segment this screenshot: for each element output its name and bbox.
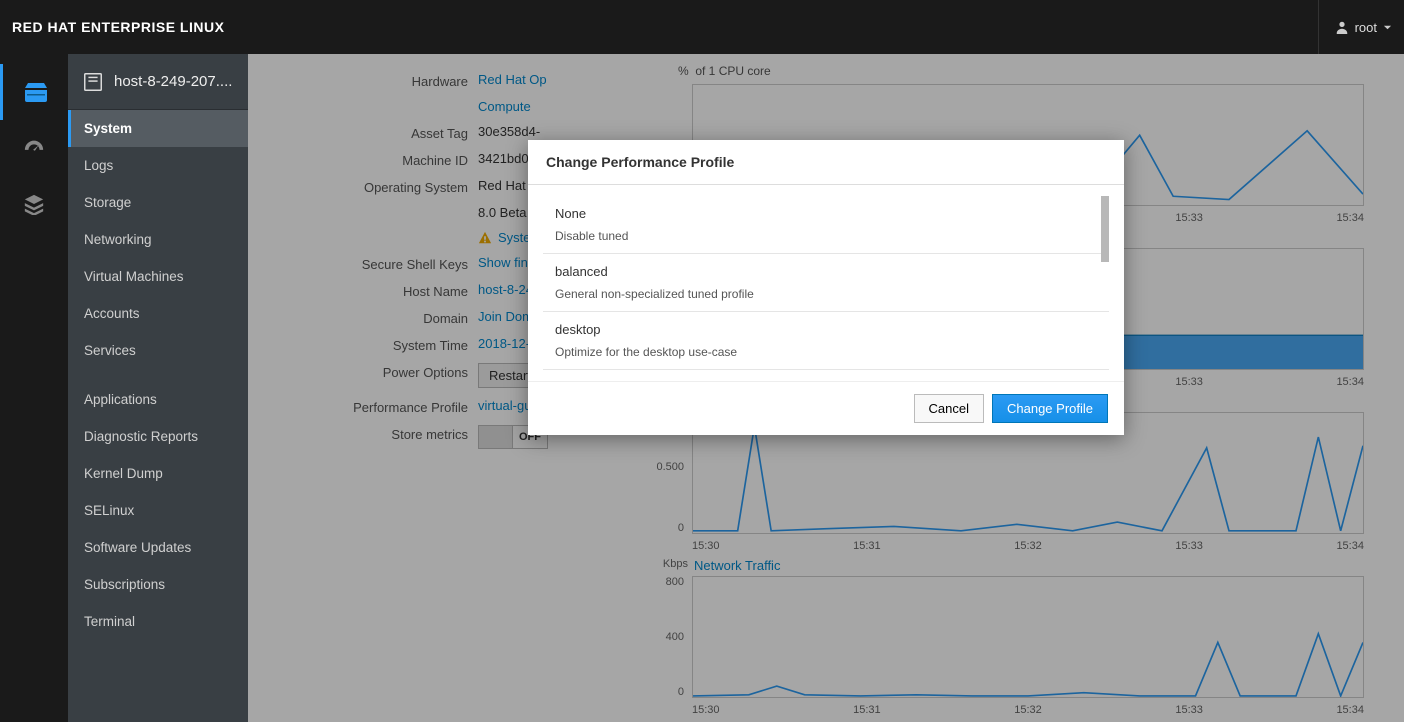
sidebar-item-applications[interactable]: Applications [68,381,248,418]
profile-desc: Disable tuned [555,229,628,243]
sidebar-item-terminal[interactable]: Terminal [68,603,248,640]
sidebar-item-logs[interactable]: Logs [68,147,248,184]
host-header[interactable]: host-8-249-207.... [68,54,248,110]
sidebar-item-subscriptions[interactable]: Subscriptions [68,566,248,603]
profile-option[interactable]: balanced General non-specialized tuned pr… [543,254,1109,312]
sidebar-item-selinux[interactable]: SELinux [68,492,248,529]
host-name-label: host-8-249-207.... [114,73,232,90]
vtab-host[interactable] [0,64,68,120]
sidebar-item-virtual-machines[interactable]: Virtual Machines [68,258,248,295]
sidebar-item-accounts[interactable]: Accounts [68,295,248,332]
vtab-dashboard[interactable] [0,120,68,176]
profile-name: balanced [555,264,1097,279]
profile-option[interactable]: desktop Optimize for the desktop use-case [543,312,1109,370]
scrollbar-thumb[interactable] [1101,196,1109,262]
vertical-tabs [0,54,68,722]
sidebar-item-diagnostic-reports[interactable]: Diagnostic Reports [68,418,248,455]
profile-option[interactable]: None Disable tuned [543,196,1109,254]
sidebar-item-software-updates[interactable]: Software Updates [68,529,248,566]
sidebar: host-8-249-207.... SystemLogsStorageNetw… [68,54,248,722]
sidebar-item-networking[interactable]: Networking [68,221,248,258]
cancel-button[interactable]: Cancel [914,394,984,423]
profile-desc: General non-specialized tuned profile [555,287,754,301]
profile-name: None [555,206,1097,221]
stack-icon [23,193,45,215]
user-name: root [1355,20,1377,35]
top-bar: RED HAT ENTERPRISE LINUX root [0,0,1404,54]
user-menu[interactable]: root [1318,0,1392,54]
vtab-apps[interactable] [0,176,68,232]
chevron-down-icon [1383,23,1392,32]
host-icon [82,71,104,93]
profile-list[interactable]: None Disable tuned balanced General non-spe… [542,195,1110,371]
user-icon [1335,20,1349,34]
gauge-icon [23,137,45,159]
modal-title: Change Performance Profile [528,140,1124,185]
content-area: Hardware Red Hat Op Compute Asset Tag 30… [248,54,1404,722]
sidebar-item-services[interactable]: Services [68,332,248,369]
sidebar-item-kernel-dump[interactable]: Kernel Dump [68,455,248,492]
profile-name: desktop [555,322,1097,337]
change-profile-button[interactable]: Change Profile [992,394,1108,423]
server-icon [23,82,49,102]
brand-title: RED HAT ENTERPRISE LINUX [12,19,224,35]
perf-profile-modal: Change Performance Profile None Disable t… [528,140,1124,435]
sidebar-item-system[interactable]: System [68,110,248,147]
profile-desc: Optimize for the desktop use-case [555,345,737,359]
sidebar-item-storage[interactable]: Storage [68,184,248,221]
